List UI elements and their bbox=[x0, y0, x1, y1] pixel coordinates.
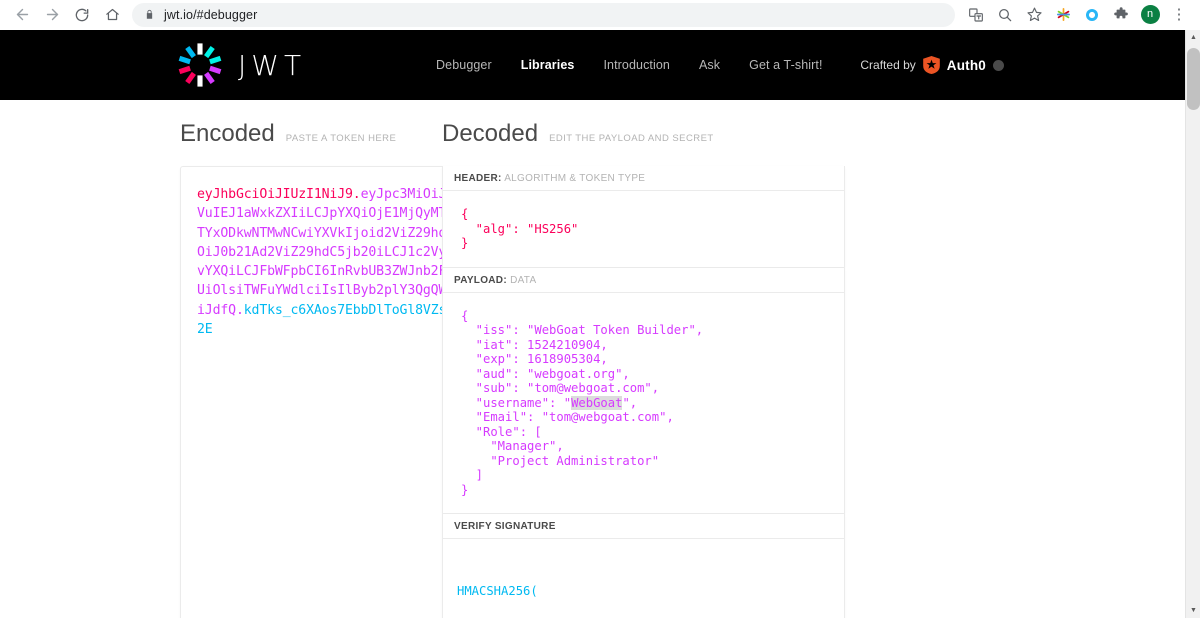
decoded-column: Decoded EDIT THE PAYLOAD AND SECRET HEAD… bbox=[420, 120, 845, 618]
decoded-title: Decoded bbox=[442, 120, 539, 147]
puzzle-extensions-icon[interactable] bbox=[1108, 2, 1134, 28]
encoded-column: Encoded PASTE A TOKEN HERE eyJhbGciOiJIU… bbox=[0, 120, 583, 618]
token-dot-1: . bbox=[352, 187, 361, 202]
translate-icon[interactable] bbox=[963, 2, 989, 28]
payload-username-value: WebGoat bbox=[571, 395, 623, 410]
decoded-header-sublabel: ALGORITHM & TOKEN TYPE bbox=[504, 173, 646, 184]
scrollbar-down-arrow[interactable]: ▼ bbox=[1186, 603, 1200, 618]
payload-line-exp: "exp": 1618905304, bbox=[461, 352, 608, 366]
search-icon[interactable] bbox=[992, 2, 1018, 28]
nav-item-introduction[interactable]: Introduction bbox=[603, 58, 670, 72]
nav-item-get-a-tshirt[interactable]: Get a T-shirt! bbox=[749, 58, 822, 72]
decoded-payload-sublabel: DATA bbox=[510, 274, 537, 286]
verify-signature-label: VERIFY SIGNATURE bbox=[454, 521, 556, 532]
page-scrollbar[interactable]: ▲ ▼ bbox=[1185, 30, 1200, 618]
auth0-label: Auth0 bbox=[946, 57, 986, 73]
jwt-logo-text: JWT bbox=[238, 48, 307, 82]
payload-line-iat: "iat": 1524210904, bbox=[461, 337, 608, 352]
auth0-shield-icon bbox=[922, 56, 940, 74]
bookmark-star-icon[interactable] bbox=[1021, 2, 1047, 28]
decoded-payload-panel-title: PAYLOAD: DATA bbox=[443, 267, 844, 293]
arrow-right-icon bbox=[46, 8, 58, 21]
nav-item-libraries[interactable]: Libraries bbox=[521, 58, 575, 72]
decoded-subtitle: EDIT THE PAYLOAD AND SECRET bbox=[549, 133, 714, 144]
site-header: JWT Debugger Libraries Introduction Ask … bbox=[0, 30, 1200, 100]
lock-icon bbox=[146, 9, 153, 19]
payload-line-role-1: "Manager", bbox=[461, 439, 564, 453]
decoded-header-label: HEADER: bbox=[454, 173, 502, 184]
payload-line-role-close: ] bbox=[461, 468, 484, 482]
home-button[interactable] bbox=[98, 1, 126, 29]
browser-toolbar: jwt.io/#debugger n ⋮ bbox=[0, 0, 1200, 30]
home-icon bbox=[105, 8, 119, 21]
decoded-header-panel: HEADER: ALGORITHM & TOKEN TYPE { "alg": … bbox=[442, 166, 845, 268]
back-button[interactable] bbox=[8, 1, 36, 29]
main-nav: Debugger Libraries Introduction Ask Get … bbox=[436, 58, 823, 72]
crafted-by-label: Crafted by bbox=[860, 58, 916, 72]
encoded-heading: Encoded PASTE A TOKEN HERE bbox=[180, 120, 420, 148]
reload-icon bbox=[75, 8, 89, 21]
decoded-header-panel-title: HEADER: ALGORITHM & TOKEN TYPE bbox=[443, 166, 844, 191]
payload-line-role-2: "Project Administrator" bbox=[461, 453, 660, 468]
decoded-heading: Decoded EDIT THE PAYLOAD AND SECRET bbox=[442, 120, 840, 148]
verify-signature-panel-title: VERIFY SIGNATURE bbox=[443, 514, 844, 539]
verify-signature-content: HMACSHA256( base64UrlEncode(header) + ".… bbox=[443, 539, 844, 618]
token-header-segment: eyJhbGciOiJIUzI1NiJ9 bbox=[197, 187, 353, 202]
scrollbar-up-arrow[interactable]: ▲ bbox=[1186, 30, 1200, 45]
payload-line-aud: "aud": "webgoat.org", bbox=[461, 366, 630, 381]
token-dot-2: . bbox=[235, 302, 244, 318]
kebab-menu-icon[interactable]: ⋮ bbox=[1166, 2, 1192, 28]
payload-line-close: } bbox=[461, 482, 469, 497]
circle-icon bbox=[993, 59, 1004, 71]
page-content: JWT Debugger Libraries Introduction Ask … bbox=[0, 30, 1200, 618]
payload-line-email: "Email": "tom@webgoat.com", bbox=[461, 410, 674, 424]
navigation-buttons bbox=[8, 1, 126, 29]
jwt-starburst-logo bbox=[178, 43, 222, 87]
profile-avatar[interactable]: n bbox=[1137, 2, 1163, 28]
payload-username-suffix: ", bbox=[622, 395, 638, 410]
scrollbar-thumb[interactable] bbox=[1187, 48, 1200, 110]
address-bar-url: jwt.io/#debugger bbox=[164, 7, 258, 22]
colorful-asterisk-extension-icon[interactable] bbox=[1050, 2, 1076, 28]
forward-button[interactable] bbox=[38, 1, 66, 29]
payload-line-open: { bbox=[461, 308, 469, 323]
nav-item-debugger[interactable]: Debugger bbox=[436, 58, 492, 72]
browser-toolbar-icons: n ⋮ bbox=[963, 2, 1192, 28]
nav-item-ask[interactable]: Ask bbox=[699, 58, 720, 72]
debugger-columns: Encoded PASTE A TOKEN HERE eyJhbGciOiJIU… bbox=[0, 100, 1200, 618]
jwt-logo[interactable]: JWT bbox=[176, 41, 306, 89]
arrow-left-icon bbox=[16, 8, 28, 21]
decoded-payload-label: PAYLOAD: bbox=[454, 274, 507, 286]
blue-circle-extension-icon[interactable] bbox=[1079, 2, 1105, 28]
payload-line-role-open: "Role": [ bbox=[461, 424, 542, 439]
signature-line-1: HMACSHA256( bbox=[457, 584, 538, 598]
reload-button[interactable] bbox=[68, 1, 96, 29]
decoded-payload-content[interactable]: { "iss": "WebGoat Token Builder", "iat":… bbox=[443, 293, 844, 514]
encoded-subtitle: PASTE A TOKEN HERE bbox=[285, 133, 397, 144]
verify-signature-panel: VERIFY SIGNATURE HMACSHA256( base64UrlEn… bbox=[442, 514, 845, 618]
payload-username-prefix: "username": " bbox=[461, 395, 572, 410]
payload-line-iss: "iss": "WebGoat Token Builder", bbox=[461, 323, 704, 337]
encoded-title: Encoded bbox=[180, 120, 275, 147]
payload-line-sub: "sub": "tom@webgoat.com", bbox=[461, 381, 660, 395]
avatar: n bbox=[1140, 5, 1160, 24]
decoded-header-content[interactable]: { "alg": "HS256" } bbox=[443, 191, 844, 267]
decoded-payload-panel: PAYLOAD: DATA { "iss": "WebGoat Token Bu… bbox=[442, 267, 845, 514]
crafted-by-auth0[interactable]: Crafted by Auth0 bbox=[860, 56, 1004, 74]
address-bar[interactable]: jwt.io/#debugger bbox=[132, 2, 955, 27]
